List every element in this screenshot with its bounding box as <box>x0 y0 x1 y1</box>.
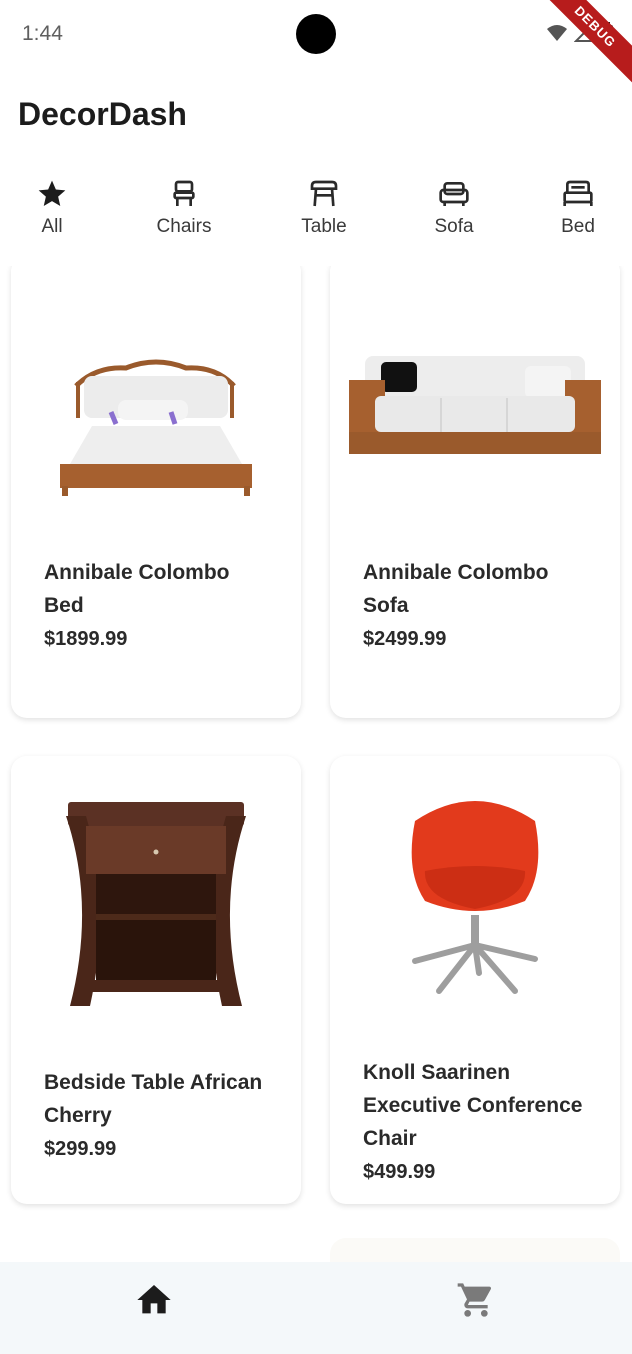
product-image <box>330 756 620 1026</box>
category-label: Sofa <box>434 216 474 237</box>
bed-icon <box>563 180 593 206</box>
wifi-icon <box>547 25 567 41</box>
product-image <box>330 266 620 526</box>
product-grid: Annibale Colombo Bed $1899.99 Annibale C… <box>0 266 632 1262</box>
product-price: $1899.99 <box>44 628 128 650</box>
sofa-image <box>349 356 601 454</box>
product-card[interactable]: Knoll Saarinen Executive Conference Chai… <box>330 756 620 1204</box>
category-label: Bed <box>561 216 595 237</box>
product-card[interactable]: Annibale Colombo Bed $1899.99 <box>11 266 301 718</box>
app-title: DecorDash <box>18 96 187 132</box>
star-icon <box>38 180 66 206</box>
product-name: Annibale Colombo Bed <box>44 561 230 617</box>
category-chairs[interactable]: Chairs <box>134 178 234 238</box>
bottom-navigation <box>0 1262 632 1354</box>
product-card-partial <box>11 1238 301 1262</box>
chair-icon <box>173 180 195 206</box>
camera-cutout <box>296 14 336 54</box>
status-bar: 1:44 DEBUG <box>0 0 632 90</box>
category-label: All <box>41 216 63 237</box>
bed-image <box>60 359 252 496</box>
product-price: $299.99 <box>44 1138 117 1160</box>
debug-banner: DEBUG <box>532 0 632 90</box>
category-bed[interactable]: Bed <box>528 178 628 238</box>
nav-home[interactable] <box>134 1280 174 1320</box>
product-name: Bedside Table African Cherry <box>44 1071 263 1127</box>
product-card-partial <box>330 1238 620 1262</box>
product-price: $2499.99 <box>363 628 447 650</box>
product-image <box>11 266 301 526</box>
sofa-icon <box>439 182 469 206</box>
product-name: Knoll Saarinen Executive Conference Chai… <box>363 1061 583 1150</box>
category-table[interactable]: Table <box>274 178 374 238</box>
product-image <box>11 756 301 1036</box>
status-time: 1:44 <box>22 22 63 45</box>
product-price: $499.99 <box>363 1161 436 1183</box>
category-all[interactable]: All <box>2 178 102 238</box>
table-icon <box>310 180 338 207</box>
office-chair-image <box>411 801 539 994</box>
product-card[interactable]: Annibale Colombo Sofa $2499.99 <box>330 266 620 718</box>
category-label: Chairs <box>156 216 212 237</box>
category-sofa[interactable]: Sofa <box>404 178 504 238</box>
nav-cart[interactable] <box>456 1280 496 1320</box>
bedside-table-image <box>66 802 246 1006</box>
product-name: Annibale Colombo Sofa <box>363 561 549 617</box>
home-icon <box>137 1285 171 1314</box>
cart-icon <box>457 1283 491 1317</box>
category-label: Table <box>301 216 347 237</box>
product-card[interactable]: Bedside Table African Cherry $299.99 <box>11 756 301 1204</box>
category-tabs: All Chairs Table Sofa Bed <box>0 178 632 248</box>
